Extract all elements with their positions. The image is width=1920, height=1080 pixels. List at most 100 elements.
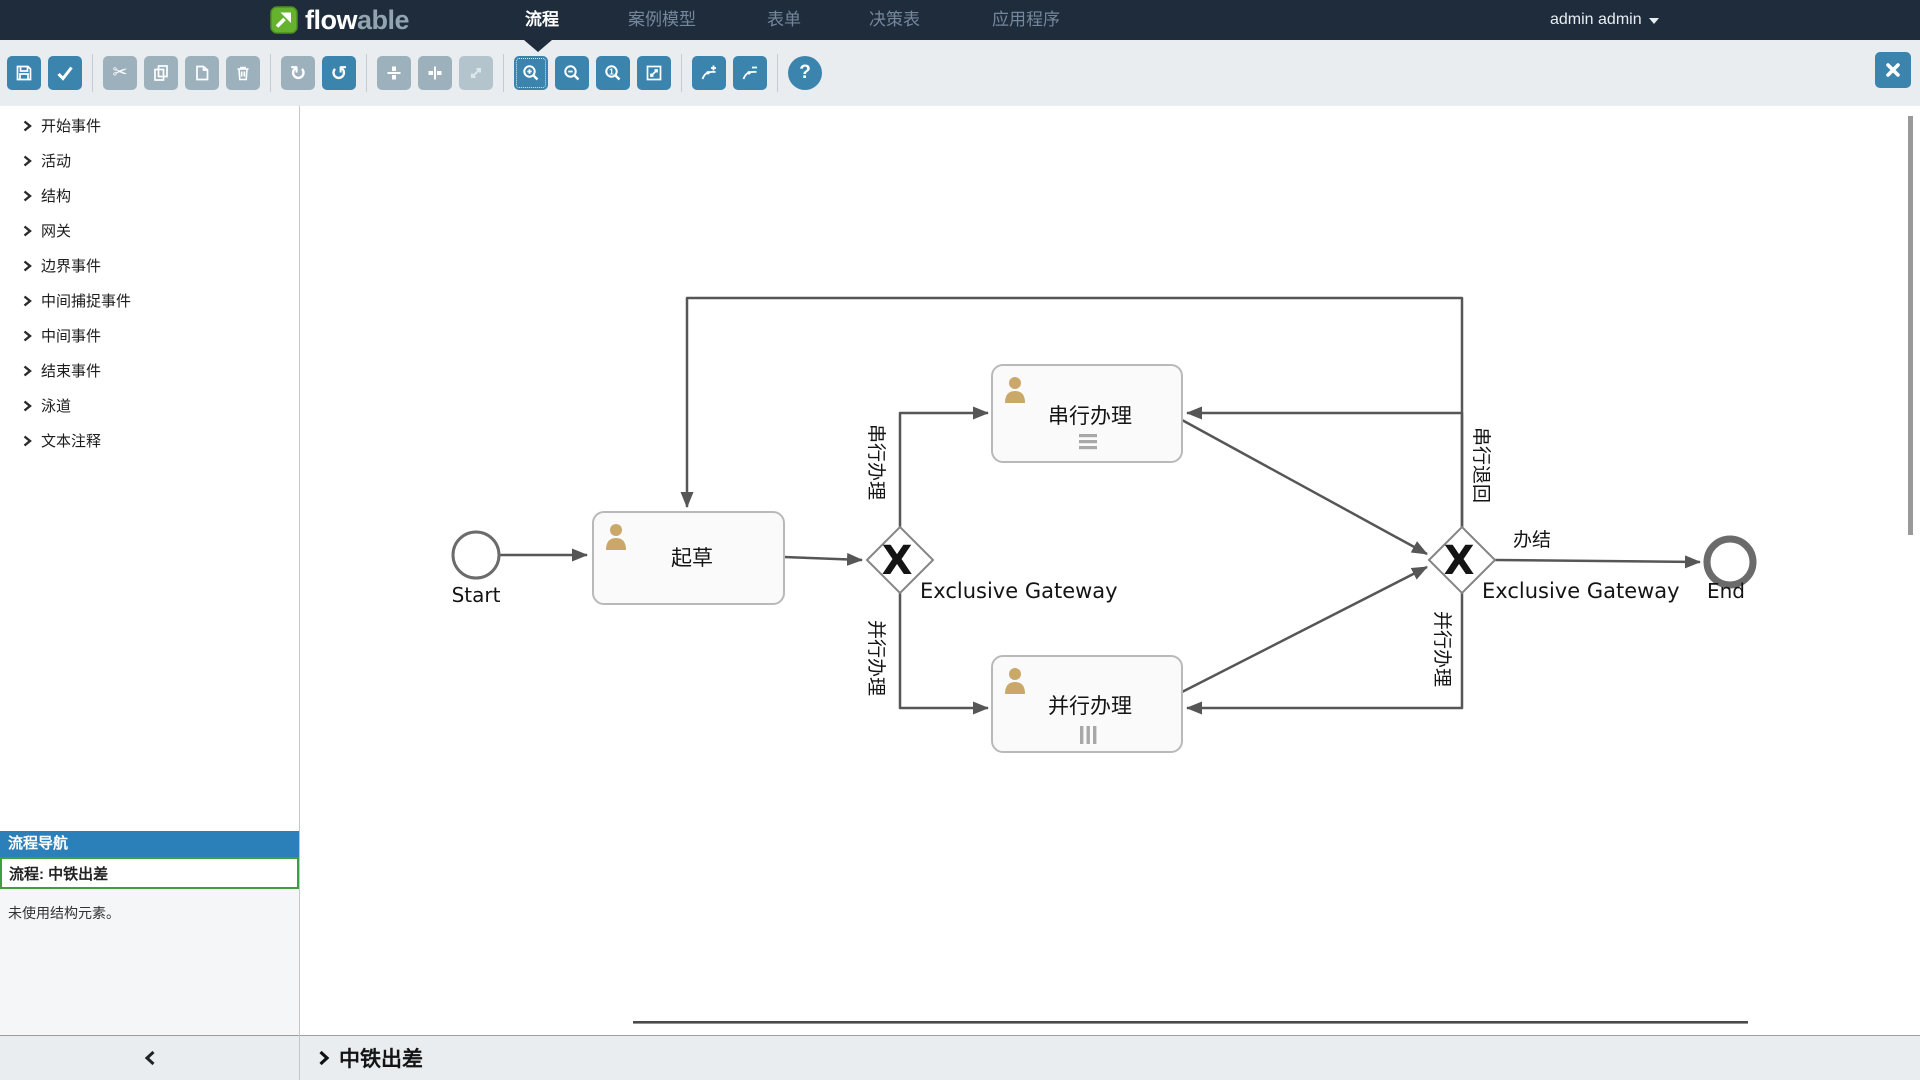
scissors-icon: ✂ (112, 64, 127, 82)
collapse-sidebar-button[interactable] (0, 1035, 299, 1080)
remove-bendpoint-icon (740, 63, 760, 83)
flow-serial-to-gateway2[interactable] (1182, 420, 1427, 554)
flow-gateway1-to-parallel[interactable] (900, 593, 988, 708)
palette-group-structural[interactable]: 结构 (0, 178, 299, 213)
align-horizontal-button[interactable] (418, 56, 452, 90)
nav-tab-decision-tables[interactable]: 决策表 (869, 0, 920, 40)
palette-group-label: 活动 (41, 150, 71, 171)
palette-group-label: 开始事件 (41, 115, 101, 136)
palette-sidebar: 开始事件 活动 结构 网关 边界事件 中间捕捉事件 (0, 106, 300, 1080)
zoom-out-button[interactable] (555, 56, 589, 90)
zoom-actual-button[interactable]: 1 (596, 56, 630, 90)
sequence-flows[interactable] (499, 298, 1700, 708)
end-event-label: End (1707, 579, 1745, 603)
close-icon (1883, 60, 1903, 80)
flow-gateway1-to-serial[interactable] (900, 413, 988, 527)
copy-button[interactable] (144, 56, 178, 90)
nav-tab-apps[interactable]: 应用程序 (992, 0, 1060, 40)
zoom-in-icon (521, 63, 541, 83)
palette-group-label: 泳道 (41, 395, 71, 416)
user-name: admin admin (1550, 0, 1642, 40)
palette-group-end-events[interactable]: 结束事件 (0, 353, 299, 388)
palette-group-label: 结束事件 (41, 360, 101, 381)
delete-button[interactable] (226, 56, 260, 90)
flow-gateway2-return-to-parallel[interactable] (1187, 593, 1462, 708)
user-task-draft-label: 起草 (671, 546, 713, 570)
palette-group-intermediate-catching-events[interactable]: 中间捕捉事件 (0, 283, 299, 318)
align-vertical-icon (384, 63, 404, 83)
process-title: 中铁出差 (339, 1043, 423, 1073)
same-size-button[interactable] (459, 56, 493, 90)
validate-button[interactable] (48, 56, 82, 90)
help-button[interactable]: ? (788, 56, 822, 90)
toolbar-divider (366, 54, 367, 92)
start-event-label: Start (452, 583, 501, 607)
gateway-x-symbol: X (1444, 538, 1475, 584)
process-navigator-note: 未使用结构元素。 (0, 889, 299, 937)
redo-button[interactable]: ↻ (281, 56, 315, 90)
help-icon: ? (799, 62, 811, 84)
exclusive-gateway-2-label: Exclusive Gateway (1482, 579, 1680, 603)
chevron-right-icon (23, 400, 32, 412)
flow-parallel-to-gateway2[interactable] (1182, 567, 1427, 692)
zoom-in-button[interactable] (514, 56, 548, 90)
toolbar-divider (92, 54, 93, 92)
end-event-node[interactable]: End (1707, 539, 1753, 603)
chevron-right-icon (23, 435, 32, 447)
paste-button[interactable] (185, 56, 219, 90)
start-event-node[interactable]: Start (452, 532, 501, 607)
flow-label-parallel-return: 并行办理 (1431, 611, 1453, 687)
process-navigator-panel: 流程导航 流程: 中铁出差 未使用结构元素。 (0, 831, 299, 1035)
process-breadcrumb-bar[interactable]: 中铁出差 (300, 1035, 1920, 1080)
exclusive-gateway-2[interactable]: X Exclusive Gateway (1429, 527, 1680, 603)
user-dropdown[interactable]: admin admin (1550, 0, 1659, 40)
redo-icon: ↻ (290, 63, 307, 83)
user-task-parallel[interactable]: 并行办理 (992, 656, 1182, 752)
process-navigator-current[interactable]: 流程: 中铁出差 (0, 857, 299, 889)
palette-group-label: 文本注释 (41, 430, 101, 451)
exclusive-gateway-1[interactable]: X Exclusive Gateway (867, 527, 1118, 603)
zoom-fit-button[interactable] (637, 56, 671, 90)
save-icon (14, 63, 34, 83)
user-task-serial[interactable]: 串行办理 (992, 365, 1182, 462)
palette-group-start-events[interactable]: 开始事件 (0, 108, 299, 143)
palette-group-label: 边界事件 (41, 255, 101, 276)
nav-tab-forms[interactable]: 表单 (767, 0, 801, 40)
user-task-draft[interactable]: 起草 (593, 512, 784, 604)
palette-group-swimlanes[interactable]: 泳道 (0, 388, 299, 423)
flowable-logo[interactable]: flowable (270, 5, 409, 35)
align-vertical-button[interactable] (377, 56, 411, 90)
editor-toolbar: ✂ ↻ ↺ (0, 40, 1920, 106)
undo-icon: ↺ (331, 63, 348, 83)
add-bendpoint-button[interactable] (692, 56, 726, 90)
palette-group-gateways[interactable]: 网关 (0, 213, 299, 248)
palette-group-activities[interactable]: 活动 (0, 143, 299, 178)
flow-gateway2-to-end[interactable] (1495, 560, 1700, 562)
user-task-parallel-label: 并行办理 (1048, 694, 1132, 718)
flow-gateway2-return-to-serial[interactable] (1187, 413, 1462, 527)
undo-button[interactable]: ↺ (322, 56, 356, 90)
palette-group-intermediate-events[interactable]: 中间事件 (0, 318, 299, 353)
horizontal-scrollbar[interactable] (633, 1021, 1748, 1024)
chevron-right-icon (23, 190, 32, 202)
save-button[interactable] (7, 56, 41, 90)
diagram-canvas[interactable]: 串行办理 并行办理 串行退回 并行办理 办结 Start 起草 (300, 106, 1920, 1035)
palette-group-boundary-events[interactable]: 边界事件 (0, 248, 299, 283)
toolbar-divider (681, 54, 682, 92)
nav-tab-processes[interactable]: 流程 (525, 0, 559, 40)
add-bendpoint-icon (699, 63, 719, 83)
nav-tab-case-models[interactable]: 案例模型 (628, 0, 696, 40)
close-editor-button[interactable] (1875, 52, 1911, 88)
vertical-scrollbar[interactable] (1908, 116, 1913, 535)
toolbar-divider (777, 54, 778, 92)
cut-button[interactable]: ✂ (103, 56, 137, 90)
flow-label-serial-return: 串行退回 (1470, 427, 1492, 503)
remove-bendpoint-button[interactable] (733, 56, 767, 90)
check-icon (55, 63, 75, 83)
flow-draft-to-gateway1[interactable] (784, 557, 862, 560)
palette-group-text-annotation[interactable]: 文本注释 (0, 423, 299, 458)
toolbar-divider (503, 54, 504, 92)
user-task-serial-label: 串行办理 (1048, 404, 1132, 428)
process-navigator-header: 流程导航 (0, 831, 299, 857)
align-horizontal-icon (425, 63, 445, 83)
